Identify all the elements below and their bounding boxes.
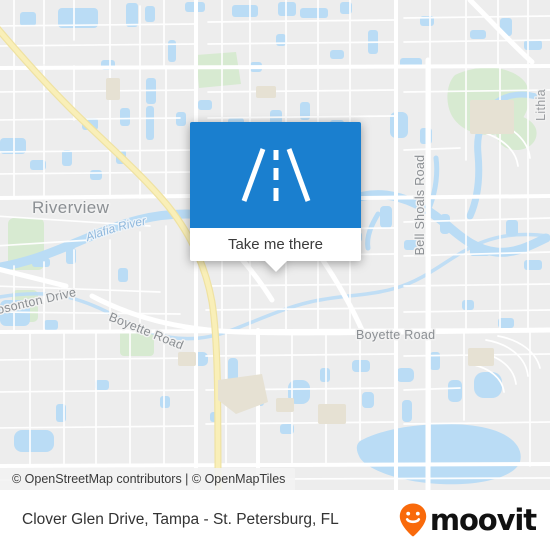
map-attribution-text: © OpenStreetMap contributors | © OpenMap… bbox=[12, 472, 286, 486]
location-title: Clover Glen Drive, Tampa - St. Petersbur… bbox=[22, 511, 339, 528]
map-attribution[interactable]: © OpenStreetMap contributors | © OpenMap… bbox=[0, 468, 296, 490]
map-label-riverview: Riverview bbox=[32, 198, 110, 217]
smiley-map-pin-icon bbox=[399, 503, 427, 537]
popup-header bbox=[190, 122, 361, 228]
map-label-boyette-road-east: Boyette Road bbox=[356, 328, 435, 342]
take-me-there-popup[interactable]: Take me there bbox=[190, 122, 361, 272]
map-screenshot: Riverview Alafia River osonton Drive Boy… bbox=[0, 0, 550, 550]
moovit-wordmark: moovit bbox=[429, 502, 537, 537]
map-label-bell-shoals-road: Bell Shoals Road bbox=[413, 155, 427, 256]
popup-pointer-tail bbox=[264, 261, 287, 272]
page-footer: Clover Glen Drive, Tampa - St. Petersbur… bbox=[0, 490, 550, 550]
moovit-logo[interactable]: moovit bbox=[398, 502, 537, 538]
popup-footer[interactable]: Take me there bbox=[190, 228, 361, 261]
map-label-edge-clipped: Lithia bbox=[534, 89, 548, 121]
road-icon bbox=[241, 148, 310, 202]
take-me-there-label: Take me there bbox=[227, 236, 324, 253]
